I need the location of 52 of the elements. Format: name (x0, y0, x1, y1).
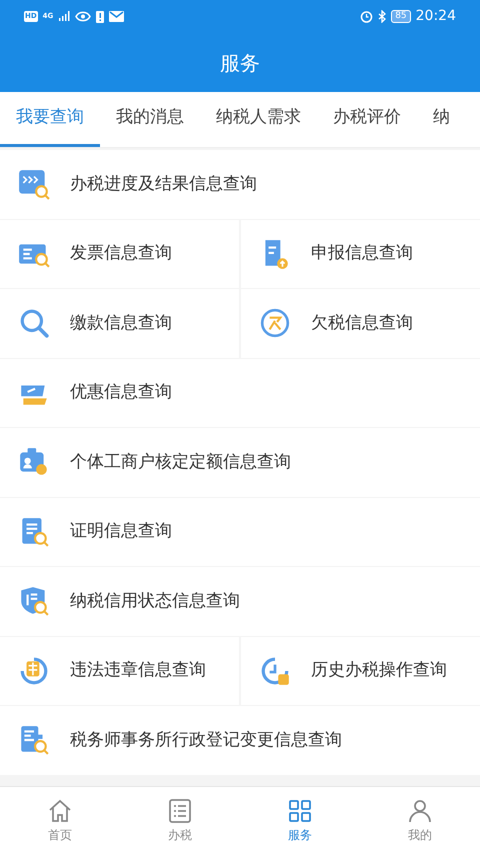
query-label: 证明信息查询 (70, 520, 172, 543)
query-item[interactable]: 欠税信息查询 (241, 289, 480, 358)
nav-tab[interactable]: 办税 (120, 787, 240, 854)
query-item[interactable]: 证明信息查询 (0, 498, 480, 566)
query-label: 税务师事务所行政登记变更信息查询 (70, 728, 342, 752)
list-icon (167, 798, 193, 824)
nav-tab[interactable]: 我的 (360, 787, 480, 854)
query-label: 历史办税操作查询 (311, 659, 447, 682)
owe-badge-icon (259, 307, 291, 340)
search-icon (18, 307, 50, 340)
mail-icon (109, 11, 124, 22)
grid-icon (287, 798, 313, 824)
query-item[interactable]: 优惠信息查询 (0, 358, 480, 427)
tab[interactable]: 纳税人需求 (200, 92, 317, 147)
document-query-icon (18, 724, 50, 756)
query-item[interactable]: 违法违章信息查询 (0, 636, 239, 705)
query-item[interactable]: 税务师事务所行政登记变更信息查询 (0, 706, 480, 774)
person-icon (407, 798, 433, 824)
query-label: 纳税信用状态信息查询 (70, 590, 240, 612)
nav-tab[interactable]: 首页 (0, 787, 120, 854)
query-item[interactable]: 个体工商户核定定额信息查询 (0, 428, 480, 496)
signal-icon (58, 11, 70, 22)
query-label: 优惠信息查询 (70, 381, 172, 404)
progress-query-icon (18, 168, 50, 200)
battery-level: 85 (391, 10, 411, 23)
eye-icon (75, 11, 92, 22)
query-label: 发票信息查询 (70, 242, 172, 265)
query-item[interactable]: 纳税信用状态信息查询 (0, 567, 480, 636)
tab[interactable]: 办税评价 (317, 92, 417, 147)
bluetooth-icon (378, 10, 386, 23)
alarm-icon (360, 10, 374, 23)
query-item[interactable]: 申报信息查询 (241, 220, 480, 288)
clock-icon (259, 654, 291, 687)
query-label: 申报信息查询 (311, 242, 413, 265)
query-item[interactable]: 办税进度及结果信息查询 (0, 150, 480, 218)
home-icon (47, 798, 73, 824)
tab[interactable]: 我的消息 (100, 92, 200, 147)
tab[interactable]: 纳 (417, 92, 466, 147)
page-title: 服务 (220, 50, 260, 76)
query-label: 违法违章信息查询 (70, 659, 206, 682)
shield-query-icon (18, 585, 50, 618)
battery-alert-icon (96, 10, 104, 23)
query-item[interactable]: 发票信息查询 (0, 220, 239, 288)
query-item[interactable]: 历史办税操作查询 (241, 636, 480, 705)
query-label: 欠税信息查询 (311, 312, 413, 334)
nav-tab[interactable]: 服务 (240, 787, 360, 854)
query-label: 缴款信息查询 (70, 312, 172, 334)
query-label: 办税进度及结果信息查询 (70, 172, 257, 196)
query-item[interactable]: 缴款信息查询 (0, 289, 239, 358)
clock-time: 20:24 (416, 7, 456, 26)
tab[interactable]: 我要查询 (0, 92, 100, 147)
query-label: 个体工商户核定定额信息查询 (70, 450, 291, 474)
